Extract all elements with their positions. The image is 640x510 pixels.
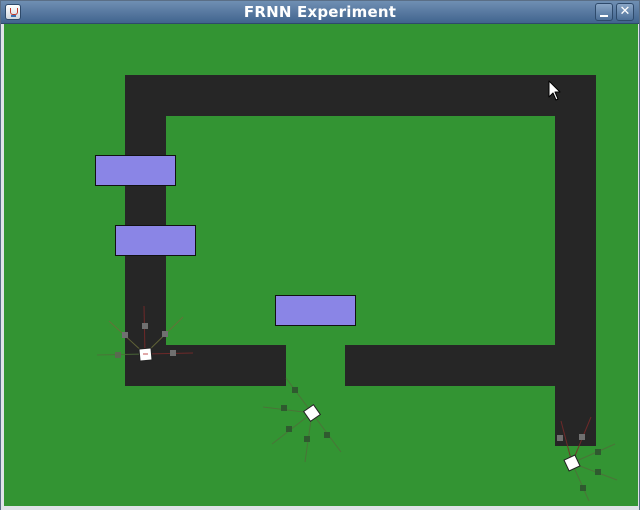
sensor: [304, 436, 310, 442]
walls: [125, 75, 596, 446]
robot-body: [563, 454, 581, 472]
application-window: FRNN Experiment ✕: [0, 0, 640, 510]
food-block: [275, 295, 356, 326]
sensor: [324, 432, 330, 438]
sensor: [281, 405, 287, 411]
wall-right: [555, 75, 596, 446]
sensor: [286, 426, 292, 432]
sensor: [142, 323, 148, 329]
wall-top: [125, 75, 596, 116]
sensor: [162, 331, 168, 337]
close-icon: ✕: [619, 4, 631, 19]
simulation-canvas[interactable]: [4, 24, 638, 506]
sensor: [292, 387, 298, 393]
agent: [262, 377, 342, 463]
sensor: [595, 449, 601, 455]
title-bar[interactable]: FRNN Experiment ✕: [1, 1, 639, 24]
window-title: FRNN Experiment: [243, 3, 397, 21]
food-block: [95, 155, 176, 186]
window-bottom-border: [1, 506, 639, 510]
food-block: [115, 225, 196, 256]
sensor: [579, 434, 585, 440]
minimize-button[interactable]: [595, 3, 613, 21]
sensor: [170, 350, 176, 356]
wall-bottom-right: [345, 345, 596, 386]
sensor: [557, 435, 563, 441]
sensor: [115, 352, 121, 358]
close-button[interactable]: ✕: [616, 3, 634, 21]
sensor: [595, 469, 601, 475]
robot-body: [302, 403, 322, 423]
arena-svg: [95, 75, 618, 502]
sensor: [580, 485, 586, 491]
sensor: [122, 332, 128, 338]
